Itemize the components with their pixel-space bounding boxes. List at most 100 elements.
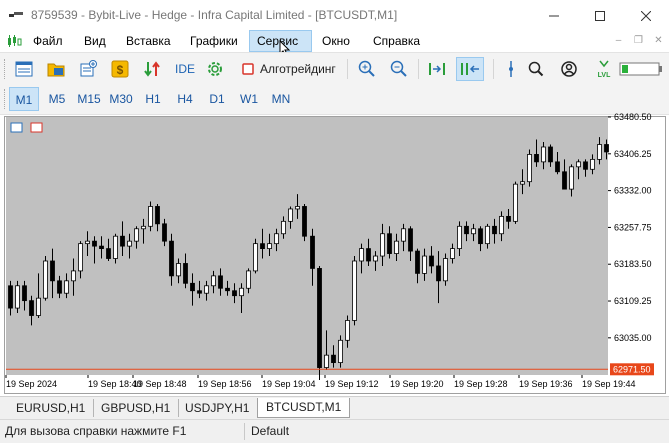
candle-body xyxy=(211,275,216,287)
candle-body xyxy=(134,228,139,242)
chart-tabs: EURUSD,H1 GBPUSD,H1 USDJPY,H1 BTCUSDT,M1 xyxy=(0,396,669,419)
x-tick-label: 19 Sep 19:36 xyxy=(519,379,573,389)
candle-body xyxy=(345,320,350,341)
candle-body xyxy=(302,206,307,237)
y-tick-label: 63109.25 xyxy=(614,296,652,306)
candle-body xyxy=(373,255,378,262)
candle-body xyxy=(218,275,223,289)
candle-body xyxy=(576,161,581,168)
candle-body xyxy=(408,228,413,252)
candle-body xyxy=(106,248,111,259)
status-bar: Для вызова справки нажмите F1 Default xyxy=(0,419,669,443)
candle-body xyxy=(176,263,181,277)
candle-body xyxy=(183,263,188,284)
candle-body xyxy=(359,248,364,262)
candle-body xyxy=(113,235,118,259)
status-profile: Default xyxy=(251,424,290,438)
candle-body xyxy=(443,258,448,282)
candle-body xyxy=(239,287,244,297)
candle-body xyxy=(99,245,104,250)
candle-body xyxy=(478,228,483,245)
tab-gbpusd[interactable]: GBPUSD,H1 xyxy=(93,399,180,417)
candle-body xyxy=(85,240,90,245)
candle-body xyxy=(204,285,209,294)
y-tick-label: 63257.75 xyxy=(614,222,652,232)
candle-body xyxy=(141,225,146,230)
candle-body xyxy=(366,248,371,262)
x-tick-label: 19 Sep 19:04 xyxy=(262,379,316,389)
candle-body xyxy=(225,287,230,292)
candle-body xyxy=(36,297,41,316)
candle-body xyxy=(155,206,160,225)
candle-body xyxy=(331,354,336,364)
candle-body xyxy=(162,223,167,242)
candle-body xyxy=(352,260,357,321)
candle-body xyxy=(401,228,406,242)
candle-body xyxy=(8,285,13,309)
candle-body xyxy=(50,260,55,282)
candle-body xyxy=(310,235,315,269)
candle-body xyxy=(281,220,286,235)
candle-body xyxy=(583,161,588,170)
candle-body xyxy=(232,290,237,297)
tab-usdjpy[interactable]: USDJPY,H1 xyxy=(177,399,259,417)
candle-body xyxy=(29,300,34,316)
terminal-window: 8759539 - Bybit-Live - Hedge - Infra Cap… xyxy=(0,0,669,443)
candle-body xyxy=(422,255,427,274)
candle-body xyxy=(71,270,76,282)
candle-body xyxy=(387,233,392,254)
candle-body xyxy=(464,225,469,235)
candle-body xyxy=(15,285,20,309)
candle-body xyxy=(253,243,258,272)
candle-body xyxy=(527,154,532,183)
candle-body xyxy=(590,158,595,170)
candle-body xyxy=(597,144,602,160)
chart-properties-icon[interactable] xyxy=(10,122,23,133)
current-price-label: 62971.50 xyxy=(613,364,651,374)
candle-body xyxy=(274,233,279,245)
chart-objects-icon[interactable] xyxy=(30,122,43,133)
candle-body xyxy=(295,206,300,210)
y-tick-label: 63183.50 xyxy=(614,259,652,269)
candle-body xyxy=(324,354,329,368)
candle-body xyxy=(394,240,399,254)
candle-body xyxy=(485,225,490,245)
x-tick-label: 19 Sep 19:44 xyxy=(582,379,636,389)
y-tick-label: 63406.25 xyxy=(614,149,652,159)
candle-body xyxy=(22,285,27,302)
candle-body xyxy=(148,206,153,227)
candle-body xyxy=(534,154,539,163)
candle-body xyxy=(520,181,525,185)
candle-body xyxy=(78,243,83,272)
candle-body xyxy=(64,280,69,294)
candle-body xyxy=(190,282,195,292)
y-tick-label: 63480.50 xyxy=(614,112,652,122)
price-chart[interactable]: 63480.50 63406.25 63332.00 63257.75 63183.50… xyxy=(0,0,669,442)
candle-body xyxy=(317,268,322,368)
candle-body xyxy=(513,183,518,222)
candle-body xyxy=(450,248,455,259)
candle-body xyxy=(197,290,202,294)
candle-body xyxy=(246,270,251,289)
candle-body xyxy=(380,233,385,257)
y-tick-label: 63332.00 xyxy=(614,186,652,196)
candle-body xyxy=(338,339,343,364)
candle-body xyxy=(415,250,420,274)
candle-body xyxy=(492,225,497,235)
candle-body xyxy=(471,228,476,235)
candle-body xyxy=(562,171,567,190)
candle-body xyxy=(43,260,48,299)
candle-body xyxy=(604,144,609,153)
candle-body xyxy=(506,215,511,222)
candle-body xyxy=(541,146,546,163)
candle-body xyxy=(267,243,272,250)
status-separator xyxy=(244,423,245,440)
candle-body xyxy=(288,208,293,222)
candle-body xyxy=(548,146,553,163)
candle-body xyxy=(92,240,97,247)
candle-body xyxy=(57,280,62,294)
tab-btcusdt[interactable]: BTCUSDT,M1 xyxy=(257,398,351,418)
candle-body xyxy=(499,215,504,235)
tab-eurusd[interactable]: EURUSD,H1 xyxy=(8,399,95,417)
candle-body xyxy=(127,240,132,247)
